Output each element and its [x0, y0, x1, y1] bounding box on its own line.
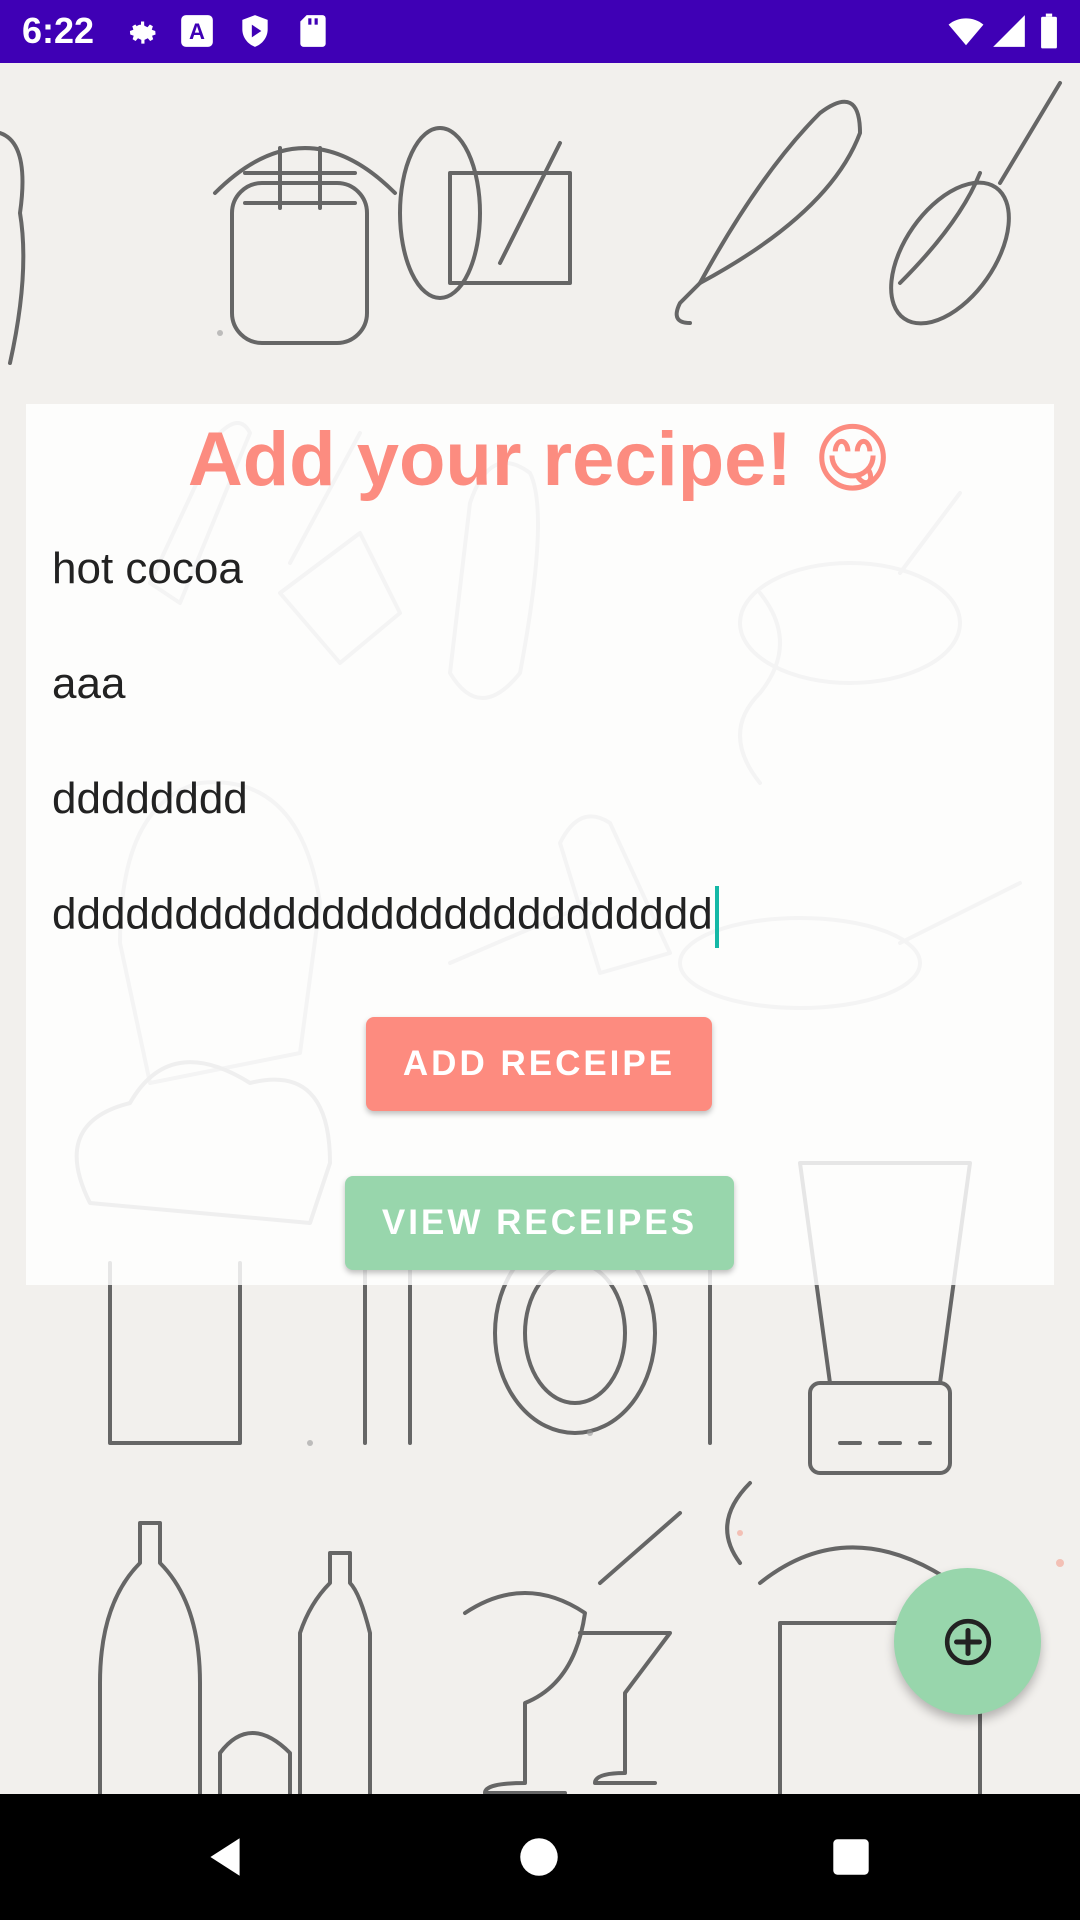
recipe-field-4[interactable]: ddddddddddddddddddddddddddd: [52, 886, 1012, 948]
a-font-icon: A: [181, 15, 213, 47]
text-cursor: [714, 886, 719, 948]
recipe-field-2[interactable]: aaa: [52, 656, 1012, 712]
recipe-field-2-value: aaa: [52, 659, 126, 708]
recipe-field-3-value: dddddddd: [52, 774, 248, 823]
back-icon[interactable]: [200, 1832, 250, 1882]
status-bar: 6:22 A: [0, 0, 1080, 63]
status-time: 6:22: [22, 10, 95, 51]
page-title: Add your recipe! 😋: [187, 417, 893, 502]
cell-signal-icon: [993, 15, 1025, 47]
recipe-field-4-value: ddddddddddddddddddddddddddd: [52, 889, 713, 939]
recipe-field-3[interactable]: dddddddd: [52, 771, 1012, 827]
gear-icon: [129, 21, 156, 44]
sd-card-icon: [300, 15, 326, 47]
recipe-form-card: [26, 404, 1054, 1285]
navigation-bar: [0, 1794, 1080, 1920]
home-icon[interactable]: [514, 1832, 564, 1882]
shield-icon: [242, 15, 268, 47]
view-recipes-button[interactable]: VIEW RECEIPES: [345, 1176, 734, 1270]
wifi-icon: [948, 18, 984, 46]
plus-circle-icon: [944, 1618, 991, 1665]
recents-icon[interactable]: [826, 1832, 876, 1882]
svg-text:A: A: [189, 19, 205, 44]
recipe-name-value: hot cocoa: [52, 544, 243, 593]
add-fab-button[interactable]: [894, 1568, 1041, 1715]
add-recipe-button[interactable]: ADD RECEIPE: [366, 1017, 712, 1111]
recipe-name-field[interactable]: hot cocoa: [52, 541, 1012, 597]
battery-icon: [1041, 13, 1057, 49]
